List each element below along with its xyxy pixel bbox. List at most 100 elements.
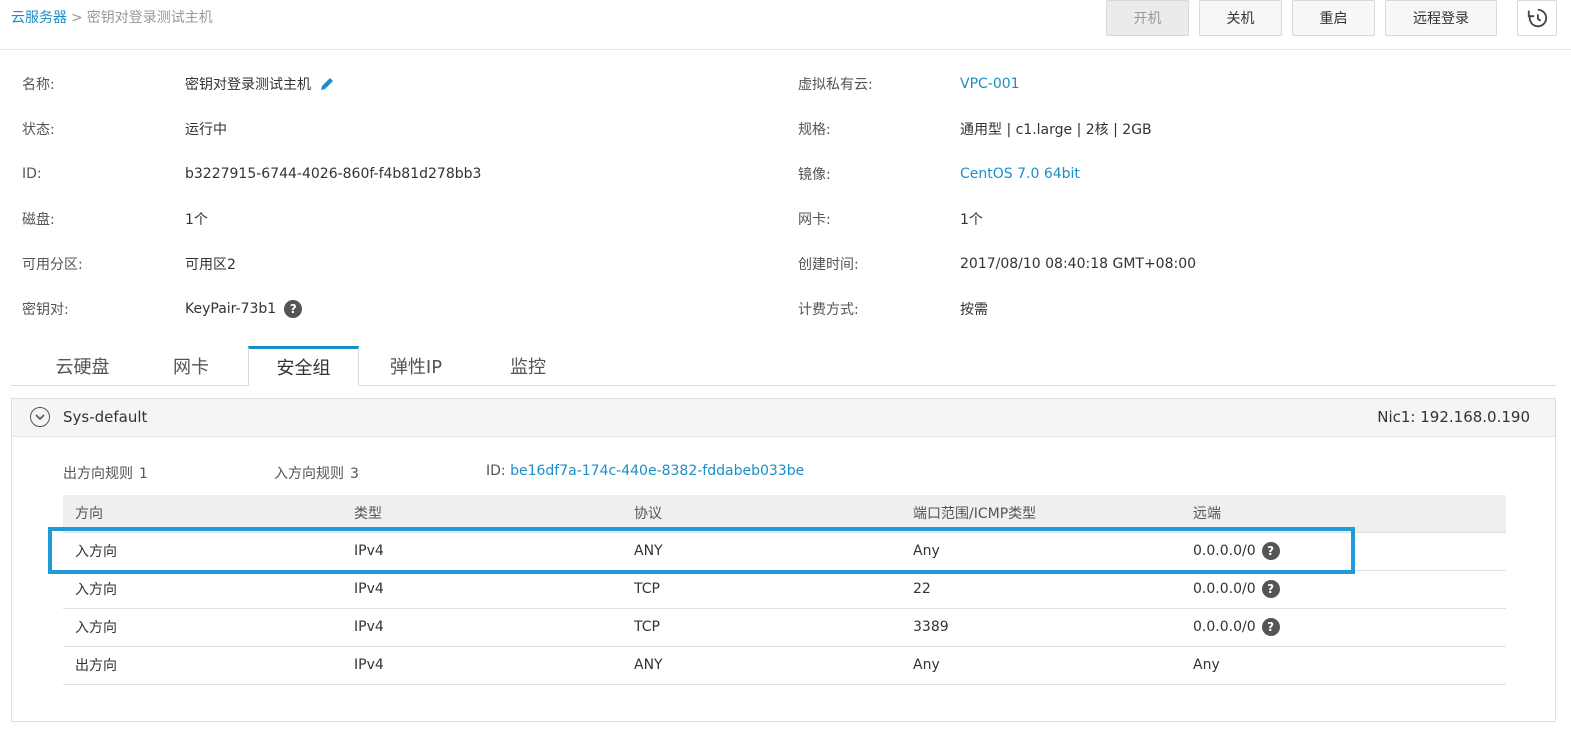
security-group-id: ID: be16df7a-174c-440e-8382-fddabeb033be (486, 463, 804, 479)
info-status-row: 状态: (22, 119, 55, 139)
info-id-value-row: b3227915-6744-4026-860f-f4b81d278bb3 (185, 164, 481, 184)
breadcrumb: 云服务器 > 密钥对登录测试主机 (11, 7, 213, 27)
info-az-row: 可用分区: (22, 254, 83, 274)
help-icon[interactable]: ? (1261, 542, 1280, 560)
info-spec-value-row: 通用型 | c1.large | 2核 | 2GB (960, 119, 1152, 139)
instance-name-text: 密钥对登录测试主机 (185, 77, 311, 93)
image-link[interactable]: CentOS 7.0 64bit (960, 166, 1080, 182)
cell-direction: 出方向 (63, 646, 342, 685)
remote-value: 0.0.0.0/0 (1193, 619, 1256, 635)
outbound-label: 出方向规则 (63, 466, 133, 482)
cell-port-range: 22 (901, 570, 1181, 609)
cell-protocol: TCP (622, 570, 901, 609)
info-name-value-row: 密钥对登录测试主机 (185, 74, 335, 94)
info-vpc-row: 虚拟私有云: (798, 74, 873, 94)
info-disk-row: 磁盘: (22, 209, 55, 229)
info-billing-value-row: 按需 (960, 299, 988, 319)
table-row: 出方向 IPv4 ANY Any Any (63, 646, 1506, 685)
detail-tabs: 云硬盘 网卡 安全组 弹性IP 监控 (11, 346, 1556, 386)
cell-remote: 0.0.0.0/0? (1181, 608, 1506, 647)
top-bar: 云服务器 > 密钥对登录测试主机 开机 关机 重启 远程登录 (0, 0, 1571, 50)
info-az-value-row: 可用区2 (185, 254, 236, 274)
vpc-link[interactable]: VPC-001 (960, 76, 1020, 92)
inbound-rules-count: 入方向规则 3 (274, 463, 359, 483)
security-rules-table: 方向 类型 协议 端口范围/ICMP类型 远端 入方向 IPv4 ANY Any… (63, 495, 1506, 685)
status-value: 运行中 (185, 122, 227, 138)
remote-value: 0.0.0.0/0 (1193, 543, 1256, 559)
info-label: ID: (22, 166, 42, 182)
info-label: 计费方式: (798, 302, 859, 318)
cell-type: IPv4 (342, 646, 622, 685)
edit-pencil-icon[interactable] (319, 76, 335, 92)
created-time-value: 2017/08/10 08:40:18 GMT+08:00 (960, 256, 1197, 272)
help-icon[interactable]: ? (284, 300, 303, 318)
cell-remote: Any (1181, 646, 1506, 685)
spec-value: 通用型 | c1.large | 2核 | 2GB (960, 122, 1152, 138)
tab-cloud-disk[interactable]: 云硬盘 (35, 346, 130, 386)
refresh-button[interactable] (1517, 0, 1557, 36)
help-icon[interactable]: ? (1261, 580, 1280, 598)
cell-direction: 入方向 (63, 532, 342, 571)
instance-id-value: b3227915-6744-4026-860f-f4b81d278bb3 (185, 166, 482, 182)
info-label: 密钥对: (22, 302, 69, 318)
security-group-id-link[interactable]: be16df7a-174c-440e-8382-fddabeb033be (510, 463, 804, 479)
cell-remote: 0.0.0.0/0? (1181, 532, 1506, 571)
table-header-row: 方向 类型 协议 端口范围/ICMP类型 远端 (63, 495, 1506, 533)
id-label: ID: (486, 463, 506, 479)
breadcrumb-separator: > (71, 10, 83, 26)
info-nic-row: 网卡: (798, 209, 831, 229)
inbound-label: 入方向规则 (274, 466, 344, 482)
cell-port-range: 3389 (901, 608, 1181, 647)
info-label: 镜像: (798, 167, 831, 183)
info-label: 状态: (22, 122, 55, 138)
disk-count-value: 1个 (185, 212, 208, 228)
info-disk-value-row: 1个 (185, 209, 208, 229)
info-id-row: ID: (22, 164, 42, 184)
inbound-count: 3 (350, 466, 359, 482)
remote-login-button[interactable]: 远程登录 (1385, 0, 1497, 36)
column-header: 方向 (63, 495, 342, 533)
keypair-value: KeyPair-73b1? (185, 300, 303, 318)
info-label: 创建时间: (798, 257, 859, 273)
cell-type: IPv4 (342, 608, 622, 647)
cell-protocol: TCP (622, 608, 901, 647)
info-label: 网卡: (798, 212, 831, 228)
info-label: 可用分区: (22, 257, 83, 273)
remote-value: 0.0.0.0/0 (1193, 581, 1256, 597)
nic-address: Nic1: 192.168.0.190 (1377, 408, 1530, 426)
breadcrumb-parent-link[interactable]: 云服务器 (11, 10, 67, 26)
cell-port-range: Any (901, 532, 1181, 571)
info-label: 磁盘: (22, 212, 55, 228)
tab-monitoring[interactable]: 监控 (483, 346, 573, 386)
panel-header: Sys-default Nic1: 192.168.0.190 (12, 399, 1555, 437)
tab-nic[interactable]: 网卡 (146, 346, 236, 386)
table-row: 入方向 IPv4 TCP 3389 0.0.0.0/0? (63, 608, 1506, 647)
breadcrumb-current: 密钥对登录测试主机 (86, 10, 213, 26)
cell-protocol: ANY (622, 646, 901, 685)
tab-elastic-ip[interactable]: 弹性IP (371, 346, 461, 386)
column-header: 类型 (342, 495, 622, 533)
cell-protocol: ANY (622, 532, 901, 571)
table-row: 入方向 IPv4 ANY Any 0.0.0.0/0? (63, 532, 1506, 571)
cell-direction: 入方向 (63, 570, 342, 609)
outbound-rules-count: 出方向规则 1 (63, 463, 148, 483)
info-spec-row: 规格: (798, 119, 831, 139)
refresh-icon (1527, 8, 1548, 28)
tab-security-group[interactable]: 安全组 (248, 346, 359, 386)
security-group-name: Sys-default (63, 408, 148, 426)
column-header: 远端 (1181, 495, 1506, 533)
help-icon[interactable]: ? (1261, 618, 1280, 636)
info-label: 虚拟私有云: (798, 77, 873, 93)
info-keypair-value-row: KeyPair-73b1? (185, 299, 303, 319)
info-image-row: 镜像: (798, 164, 831, 184)
cell-remote: 0.0.0.0/0? (1181, 570, 1506, 609)
restart-button[interactable]: 重启 (1292, 0, 1375, 36)
start-button[interactable]: 开机 (1106, 0, 1189, 36)
info-image-value-row: CentOS 7.0 64bit (960, 164, 1080, 184)
info-status-value-row: 运行中 (185, 119, 227, 139)
keypair-text: KeyPair-73b1 (185, 301, 277, 317)
stop-button[interactable]: 关机 (1199, 0, 1282, 36)
instance-name-value: 密钥对登录测试主机 (185, 74, 335, 94)
collapse-chevron-icon[interactable] (30, 407, 50, 427)
cell-type: IPv4 (342, 570, 622, 609)
